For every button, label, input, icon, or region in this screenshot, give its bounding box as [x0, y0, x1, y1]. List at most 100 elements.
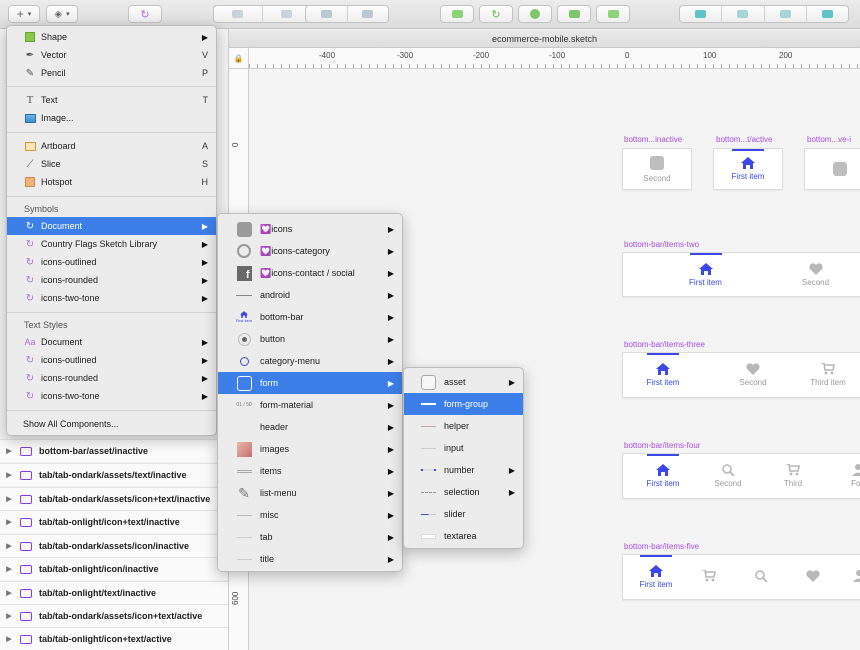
backward-button[interactable] — [263, 6, 311, 22]
submenu-item-tab[interactable]: tab ▶ — [218, 526, 402, 548]
submenu-item-icons[interactable]: 💟icons ▶ — [218, 218, 402, 240]
layers-button[interactable]: ◈ ▾ — [46, 5, 78, 23]
icons-thumbnail — [234, 221, 254, 237]
insert-button[interactable]: + ▾ — [8, 5, 40, 23]
submenu-item-misc[interactable]: misc ▶ — [218, 504, 402, 526]
layer-row[interactable]: ▶ tab/tab-onlight/text/inactive — [0, 581, 228, 604]
mask-button[interactable] — [596, 5, 630, 23]
placeholder-icon — [650, 155, 664, 170]
submenu-item-form-material[interactable]: 01 / 50 form-material ▶ — [218, 394, 402, 416]
menu-item-pencil[interactable]: ✎ Pencil P — [7, 64, 216, 82]
submenu-item-form[interactable]: form ▶ — [218, 372, 402, 394]
rotate-button[interactable] — [518, 5, 552, 23]
artboard-items-three[interactable]: First item Second Third item — [622, 352, 860, 398]
layer-row[interactable]: ▶ tab/tab-ondark/assets/icon+text/active — [0, 604, 228, 627]
menu-item-icons-outlined[interactable]: ↻ icons-outlined ▶ — [7, 253, 216, 271]
menu-item-textstyle-document[interactable]: Aa Document ▶ — [7, 333, 216, 351]
layer-row[interactable]: ▶ tab/tab-onlight/icon/inactive — [0, 557, 228, 580]
transform-button[interactable]: ↻ — [479, 5, 513, 23]
subtract-button[interactable] — [722, 6, 765, 22]
artboard-asset-active[interactable]: First item — [713, 148, 783, 190]
edit-button[interactable] — [440, 5, 474, 23]
layer-row[interactable]: ▶ tab/tab-ondark/assets/icon/inactive — [0, 534, 228, 557]
form-item-number[interactable]: number ▶ — [404, 459, 523, 481]
disclosure-triangle-icon[interactable]: ▶ — [3, 542, 15, 550]
disclosure-triangle-icon[interactable]: ▶ — [3, 565, 15, 573]
artboard-label[interactable]: bottom-bar/items-two — [624, 240, 699, 249]
submenu-arrow-icon: ▶ — [387, 246, 394, 256]
menu-item-icons-rounded[interactable]: ↻ icons-rounded ▶ — [7, 271, 216, 289]
menu-item-hotspot[interactable]: Hotspot H — [7, 173, 216, 191]
horizontal-ruler[interactable]: -400 -300 -200 -100 0 100 200 — [249, 48, 860, 69]
layer-row[interactable]: ▶ tab/tab-ondark/assets/text/inactive — [0, 463, 228, 486]
artboard-label[interactable]: bottom...inactive — [624, 135, 682, 144]
menu-item-label: list-menu — [260, 488, 297, 498]
artboard-asset-inactive[interactable]: Second — [622, 148, 692, 190]
form-item-helper[interactable]: helper — [404, 415, 523, 437]
ungroup-button[interactable] — [348, 6, 389, 22]
layer-row[interactable]: ▶ tab/tab-onlight/icon+text/active — [0, 627, 228, 650]
menu-item-textstyle-icons-outlined[interactable]: ↻ icons-outlined ▶ — [7, 351, 216, 369]
submenu-item-icons-contact[interactable]: f 💟icons-contact / social ▶ — [218, 262, 402, 284]
menu-item-textstyle-icons-two-tone[interactable]: ↻ icons-two-tone ▶ — [7, 387, 216, 405]
artboard-label[interactable]: bottom-bar/items-three — [624, 340, 705, 349]
artboard-label[interactable]: bottom-bar/items-five — [624, 542, 699, 551]
menu-item-text[interactable]: T Text T — [7, 91, 216, 109]
flatten-button[interactable] — [557, 5, 591, 23]
create-symbol-button[interactable]: ↻ — [128, 5, 162, 23]
layer-name: tab/tab-onlight/icon/inactive — [39, 564, 159, 574]
artboard-asset-ve[interactable] — [804, 148, 860, 190]
layer-row[interactable]: ▶ tab/tab-onlight/icon+text/inactive — [0, 510, 228, 533]
submenu-item-icons-category[interactable]: 💟icons-category ▶ — [218, 240, 402, 262]
layer-row[interactable]: ▶ tab/tab-ondark/assets/icon+text/inactiv… — [0, 487, 228, 510]
submenu-arrow-icon: ▶ — [387, 532, 394, 542]
artboard-label[interactable]: bottom...t/active — [716, 135, 772, 144]
submenu-item-items[interactable]: items ▶ — [218, 460, 402, 482]
disclosure-triangle-icon[interactable]: ▶ — [3, 612, 15, 620]
submenu-item-button[interactable]: button ▶ — [218, 328, 402, 350]
disclosure-triangle-icon[interactable]: ▶ — [3, 471, 15, 479]
union-button[interactable] — [680, 6, 723, 22]
menu-item-image[interactable]: Image... — [7, 109, 216, 127]
artboard-items-five[interactable]: First item — [622, 554, 860, 600]
layer-row[interactable]: ▶ bottom-bar/asset/inactive — [0, 439, 228, 462]
menu-item-slice[interactable]: ⟋ Slice S — [7, 155, 216, 173]
forward-button[interactable] — [214, 6, 263, 22]
ruler-tick — [449, 64, 450, 68]
submenu-arrow-icon: ▶ — [201, 391, 208, 401]
form-item-input[interactable]: input — [404, 437, 523, 459]
form-item-selection[interactable]: selection ▶ — [404, 481, 523, 503]
submenu-item-list-menu[interactable]: ✎ list-menu ▶ — [218, 482, 402, 504]
intersect-button[interactable] — [765, 6, 807, 22]
menu-item-textstyle-icons-rounded[interactable]: ↻ icons-rounded ▶ — [7, 369, 216, 387]
form-item-asset[interactable]: asset ▶ — [404, 371, 523, 393]
disclosure-triangle-icon[interactable]: ▶ — [3, 447, 15, 455]
artboard-label[interactable]: bottom...ve-i — [807, 135, 851, 144]
disclosure-triangle-icon[interactable]: ▶ — [3, 589, 15, 597]
show-all-components[interactable]: Show All Components... — [7, 415, 216, 433]
submenu-item-category-menu[interactable]: category-menu ▶ — [218, 350, 402, 372]
artboard-label[interactable]: bottom-bar/items-four — [624, 441, 700, 450]
artboard-items-four[interactable]: First item Second Third Fou — [622, 453, 860, 499]
disclosure-triangle-icon[interactable]: ▶ — [3, 495, 15, 503]
menu-item-vector[interactable]: ✒ Vector V — [7, 46, 216, 64]
difference-button[interactable] — [807, 6, 848, 22]
group-button[interactable] — [306, 6, 348, 22]
submenu-item-title[interactable]: title ▶ — [218, 548, 402, 570]
artboard-items-two[interactable]: First item Second — [622, 252, 860, 297]
disclosure-triangle-icon[interactable]: ▶ — [3, 635, 15, 643]
submenu-item-bottom-bar[interactable]: First item bottom-bar ▶ — [218, 306, 402, 328]
form-item-textarea[interactable]: textarea — [404, 525, 523, 547]
menu-item-icons-two-tone[interactable]: ↻ icons-two-tone ▶ — [7, 289, 216, 307]
disclosure-triangle-icon[interactable]: ▶ — [3, 518, 15, 526]
menu-item-symbols-document[interactable]: ↻ Document ▶ — [7, 217, 216, 235]
menu-item-artboard[interactable]: Artboard A — [7, 137, 216, 155]
submenu-item-header[interactable]: header ▶ — [218, 416, 402, 438]
menu-item-shape[interactable]: Shape ▶ — [7, 28, 216, 46]
form-item-slider[interactable]: slider — [404, 503, 523, 525]
submenu-item-images[interactable]: images ▶ — [218, 438, 402, 460]
form-item-form-group[interactable]: form-group — [404, 393, 523, 415]
menu-item-country-flags[interactable]: ↻ Country Flags Sketch Library ▶ — [7, 235, 216, 253]
ruler-tick — [777, 64, 778, 68]
submenu-item-android[interactable]: android ▶ — [218, 284, 402, 306]
